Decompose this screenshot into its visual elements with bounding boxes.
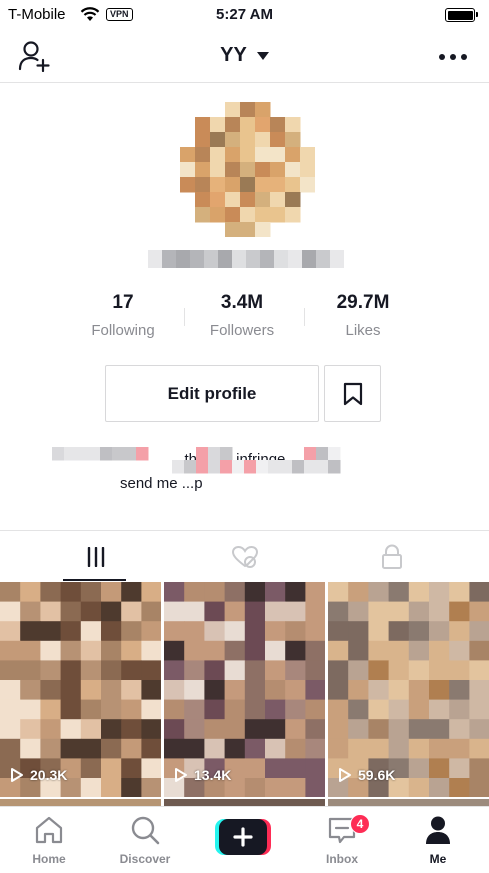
nav-me[interactable]: Me — [389, 813, 487, 866]
video-grid: 20.3K 13.4K 59.6K — [0, 582, 489, 807]
edit-profile-button[interactable]: Edit profile — [105, 365, 319, 422]
stat-likes[interactable]: 29.7M Likes — [303, 292, 423, 339]
profile-header: YY — [0, 30, 489, 83]
bio-redaction — [52, 447, 341, 474]
username-obscured — [148, 250, 344, 268]
following-count: 17 — [112, 292, 134, 313]
bio[interactable]: ...this ...y infringe... ...ase send me … — [52, 447, 442, 499]
followers-label: Followers — [209, 322, 275, 339]
view-count: 13.4K — [174, 767, 231, 783]
play-icon — [339, 768, 351, 782]
caret-down-icon — [256, 51, 269, 60]
likes-count: 29.7M — [336, 292, 390, 313]
video-thumbnail-image — [328, 582, 489, 797]
play-icon — [175, 768, 187, 782]
nav-home[interactable]: Home — [0, 813, 98, 866]
nav-inbox-label: Inbox — [326, 852, 358, 866]
account-switcher[interactable]: YY — [0, 44, 489, 67]
create-icon[interactable] — [215, 819, 271, 855]
grid-icon — [87, 547, 104, 567]
nav-me-label: Me — [429, 852, 447, 866]
profile-tabs — [0, 530, 489, 582]
tab-videos[interactable] — [14, 531, 177, 583]
nav-inbox[interactable]: 4 Inbox — [293, 813, 391, 866]
likes-label: Likes — [345, 322, 381, 339]
nav-discover[interactable]: Discover — [96, 813, 194, 866]
tab-liked[interactable] — [163, 531, 326, 583]
nav-discover-label: Discover — [119, 852, 171, 866]
view-count-text: 13.4K — [194, 767, 232, 783]
favorites-button[interactable] — [324, 365, 381, 422]
play-icon — [11, 768, 23, 782]
view-count: 20.3K — [10, 767, 67, 783]
view-count: 59.6K — [338, 767, 395, 783]
inbox-badge: 4 — [350, 814, 370, 834]
following-label: Following — [91, 322, 155, 339]
profile-icon — [426, 816, 450, 844]
stat-following[interactable]: 17 Following — [63, 292, 183, 339]
video-thumbnail[interactable]: 59.6K — [328, 582, 489, 797]
profile-stats: 17 Following 3.4M Followers 29.7M Likes — [60, 292, 430, 352]
bottom-navigation: Home Discover 4 Inbox Me — [0, 806, 489, 873]
clock: 5:27 AM — [216, 6, 273, 23]
video-thumbnail-image — [164, 582, 325, 797]
nav-home-label: Home — [32, 852, 66, 866]
avatar[interactable] — [180, 102, 315, 237]
video-thumbnail[interactable]: 13.4K — [164, 582, 325, 797]
home-icon — [35, 816, 63, 844]
view-count-text: 59.6K — [358, 767, 396, 783]
heart-hidden-icon — [231, 545, 258, 568]
followers-count: 3.4M — [220, 292, 264, 313]
video-thumbnail[interactable]: 20.3K — [0, 582, 161, 797]
active-tab-indicator — [63, 579, 126, 581]
more-options-icon[interactable] — [439, 54, 467, 60]
bookmark-icon — [343, 382, 362, 405]
tab-private[interactable] — [310, 531, 473, 583]
stat-followers[interactable]: 3.4M Followers — [182, 292, 302, 339]
battery-icon — [445, 8, 478, 22]
view-count-text: 20.3K — [30, 767, 68, 783]
status-bar: T-Mobile VPN 5:27 AM — [0, 0, 489, 30]
lock-icon — [381, 544, 402, 569]
search-icon — [131, 816, 160, 845]
video-thumbnail-image — [0, 582, 161, 797]
account-name: YY — [220, 44, 247, 66]
